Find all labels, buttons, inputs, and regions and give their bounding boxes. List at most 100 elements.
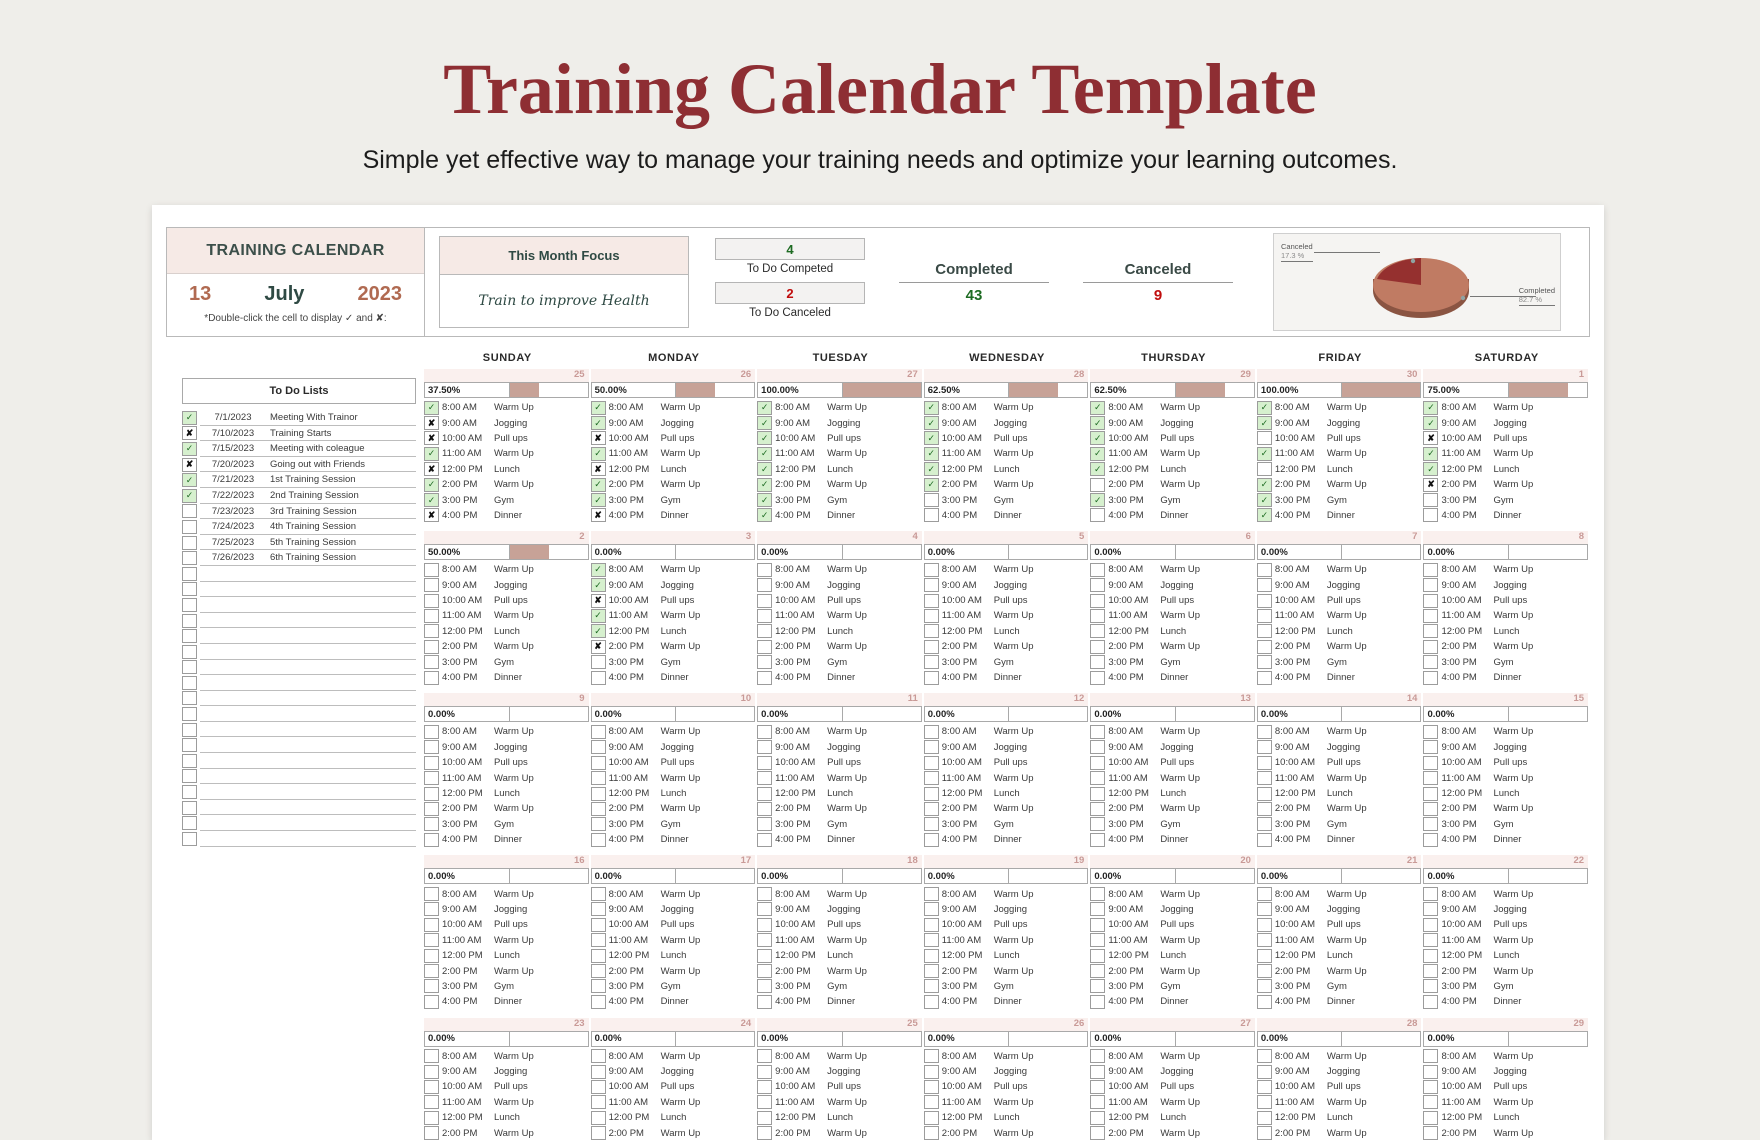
- schedule-row[interactable]: 12:00 PM Lunch: [757, 786, 922, 801]
- schedule-row[interactable]: 4:00 PM Dinner: [1423, 994, 1588, 1009]
- schedule-row[interactable]: 11:00 AM Warm Up: [923, 608, 1089, 623]
- schedule-row[interactable]: ✓ 12:00 PM Lunch: [1423, 462, 1588, 477]
- cross-icon[interactable]: ✘: [1423, 477, 1439, 492]
- empty-checkbox[interactable]: [590, 1064, 606, 1079]
- calendar-day-cell[interactable]: 21 0.00% 8:00 AM Warm Up 9:00 AM Jogging 10:00…: [1256, 855, 1424, 1016]
- todo-row[interactable]: [182, 753, 416, 769]
- calendar-day-cell[interactable]: 10 0.00% 8:00 AM Warm Up 9:00 AM Jogging 10:00…: [590, 693, 758, 854]
- schedule-row[interactable]: 4:00 PM Dinner: [424, 832, 589, 847]
- empty-checkbox[interactable]: [1256, 832, 1272, 847]
- cross-icon[interactable]: ✘: [424, 431, 439, 446]
- empty-checkbox[interactable]: [923, 801, 939, 816]
- schedule-row[interactable]: 10:00 AM Pull ups: [590, 917, 756, 932]
- empty-checkbox[interactable]: [182, 644, 197, 659]
- schedule-row[interactable]: ✓ 8:00 AM Warm Up: [757, 400, 922, 415]
- schedule-row[interactable]: ✓ 2:00 PM Warm Up: [424, 477, 589, 492]
- schedule-row[interactable]: ✓ 12:00 PM Lunch: [923, 462, 1089, 477]
- schedule-row[interactable]: 8:00 AM Warm Up: [757, 886, 922, 902]
- schedule-row[interactable]: 11:00 AM Warm Up: [1423, 1095, 1588, 1110]
- todo-row[interactable]: [182, 613, 416, 629]
- empty-checkbox[interactable]: [923, 578, 939, 593]
- empty-checkbox[interactable]: [923, 608, 939, 623]
- schedule-row[interactable]: 4:00 PM Dinner: [1423, 508, 1588, 523]
- empty-checkbox[interactable]: [1090, 608, 1106, 623]
- empty-checkbox[interactable]: [590, 1110, 606, 1125]
- check-icon[interactable]: ✓: [757, 477, 773, 492]
- check-icon[interactable]: ✓: [1090, 462, 1106, 477]
- schedule-row[interactable]: 10:00 AM Pull ups: [923, 755, 1089, 770]
- empty-checkbox[interactable]: [1423, 994, 1439, 1009]
- empty-checkbox[interactable]: [424, 801, 439, 816]
- schedule-row[interactable]: 8:00 AM Warm Up: [424, 886, 589, 902]
- check-icon[interactable]: ✓: [182, 488, 197, 503]
- empty-checkbox[interactable]: [1090, 786, 1106, 801]
- schedule-row[interactable]: 10:00 AM Pull ups: [1090, 593, 1255, 608]
- empty-checkbox[interactable]: [923, 639, 939, 654]
- empty-checkbox[interactable]: [1423, 1095, 1439, 1110]
- schedule-row[interactable]: 11:00 AM Warm Up: [424, 933, 589, 948]
- schedule-row[interactable]: ✓ 9:00 AM Jogging: [923, 415, 1089, 431]
- schedule-row[interactable]: 10:00 AM Pull ups: [1423, 917, 1588, 932]
- schedule-row[interactable]: 12:00 PM Lunch: [590, 786, 756, 801]
- empty-checkbox[interactable]: [424, 740, 439, 755]
- schedule-row[interactable]: 9:00 AM Jogging: [590, 740, 756, 755]
- cross-icon[interactable]: ✘: [424, 508, 439, 523]
- schedule-row[interactable]: 4:00 PM Dinner: [590, 670, 756, 685]
- empty-checkbox[interactable]: [1090, 817, 1106, 832]
- empty-checkbox[interactable]: [1423, 724, 1439, 739]
- empty-checkbox[interactable]: [1423, 740, 1439, 755]
- schedule-row[interactable]: 8:00 AM Warm Up: [923, 562, 1089, 577]
- schedule-row[interactable]: 11:00 AM Warm Up: [1423, 933, 1588, 948]
- empty-checkbox[interactable]: [424, 724, 439, 739]
- empty-checkbox[interactable]: [757, 994, 773, 1009]
- empty-checkbox[interactable]: [1256, 771, 1272, 786]
- empty-checkbox[interactable]: [923, 493, 939, 508]
- schedule-row[interactable]: 4:00 PM Dinner: [590, 994, 756, 1009]
- empty-checkbox[interactable]: [1256, 1126, 1272, 1140]
- schedule-row[interactable]: 2:00 PM Warm Up: [1423, 1125, 1588, 1140]
- schedule-row[interactable]: 3:00 PM Gym: [1256, 979, 1422, 994]
- schedule-row[interactable]: 2:00 PM Warm Up: [923, 1125, 1089, 1140]
- schedule-row[interactable]: ✓ 2:00 PM Warm Up: [590, 477, 756, 492]
- schedule-row[interactable]: 12:00 PM Lunch: [757, 624, 922, 639]
- schedule-row[interactable]: 10:00 AM Pull ups: [757, 755, 922, 770]
- schedule-row[interactable]: 3:00 PM Gym: [923, 817, 1089, 832]
- schedule-row[interactable]: 8:00 AM Warm Up: [1256, 724, 1422, 739]
- empty-checkbox[interactable]: [1423, 639, 1439, 654]
- schedule-row[interactable]: 2:00 PM Warm Up: [590, 1125, 756, 1140]
- schedule-row[interactable]: 2:00 PM Warm Up: [1423, 801, 1588, 816]
- todo-row[interactable]: [182, 691, 416, 707]
- empty-checkbox[interactable]: [1423, 801, 1439, 816]
- empty-checkbox[interactable]: [1423, 755, 1439, 770]
- schedule-row[interactable]: 12:00 PM Lunch: [1423, 786, 1588, 801]
- check-icon[interactable]: ✓: [590, 400, 606, 415]
- schedule-row[interactable]: 12:00 PM Lunch: [1090, 1110, 1255, 1125]
- schedule-row[interactable]: 8:00 AM Warm Up: [1090, 1049, 1255, 1064]
- schedule-row[interactable]: 9:00 AM Jogging: [1256, 740, 1422, 755]
- calendar-day-cell[interactable]: 17 0.00% 8:00 AM Warm Up 9:00 AM Jogging 10:00…: [590, 855, 758, 1016]
- schedule-row[interactable]: 2:00 PM Warm Up: [1090, 801, 1255, 816]
- schedule-row[interactable]: 4:00 PM Dinner: [757, 670, 922, 685]
- schedule-row[interactable]: 11:00 AM Warm Up: [1256, 933, 1422, 948]
- check-icon[interactable]: ✓: [1256, 508, 1272, 523]
- empty-checkbox[interactable]: [424, 887, 439, 902]
- empty-checkbox[interactable]: [590, 755, 606, 770]
- schedule-row[interactable]: 4:00 PM Dinner: [923, 670, 1089, 685]
- schedule-row[interactable]: 4:00 PM Dinner: [1090, 832, 1255, 847]
- schedule-row[interactable]: ✓ 3:00 PM Gym: [424, 492, 589, 508]
- schedule-row[interactable]: 4:00 PM Dinner: [1090, 994, 1255, 1009]
- empty-checkbox[interactable]: [1090, 740, 1106, 755]
- schedule-row[interactable]: 2:00 PM Warm Up: [757, 1125, 922, 1140]
- empty-checkbox[interactable]: [1423, 1049, 1439, 1064]
- schedule-row[interactable]: 8:00 AM Warm Up: [1423, 886, 1588, 902]
- empty-checkbox[interactable]: [923, 740, 939, 755]
- empty-checkbox[interactable]: [1090, 1079, 1106, 1094]
- schedule-row[interactable]: 8:00 AM Warm Up: [590, 1049, 756, 1064]
- check-icon[interactable]: ✓: [424, 493, 439, 508]
- empty-checkbox[interactable]: [182, 660, 197, 675]
- calendar-day-cell[interactable]: 27 0.00% 8:00 AM Warm Up 9:00 AM Jogging 10:00…: [1090, 1017, 1257, 1140]
- schedule-row[interactable]: 11:00 AM Warm Up: [1090, 933, 1255, 948]
- schedule-row[interactable]: ✘ 4:00 PM Dinner: [590, 508, 756, 523]
- empty-checkbox[interactable]: [1423, 817, 1439, 832]
- schedule-row[interactable]: 3:00 PM Gym: [757, 654, 922, 670]
